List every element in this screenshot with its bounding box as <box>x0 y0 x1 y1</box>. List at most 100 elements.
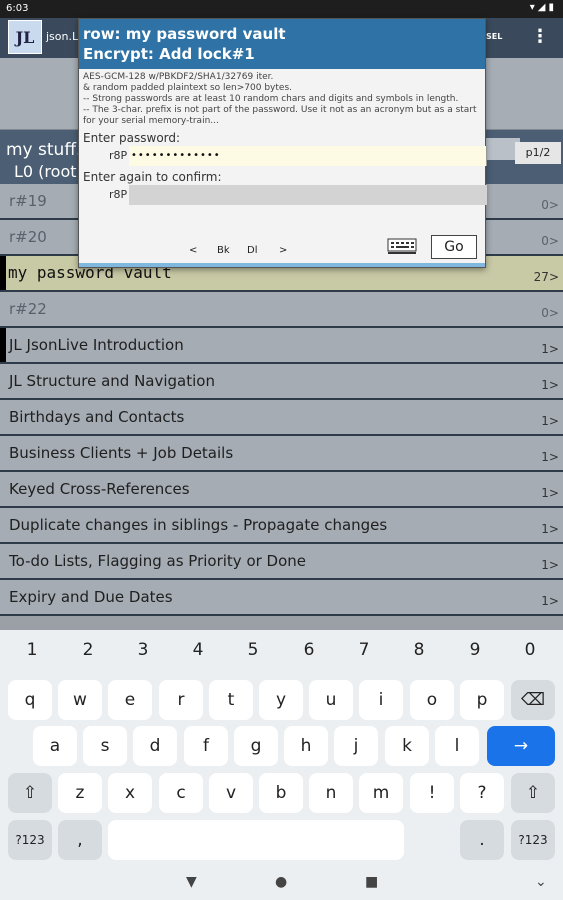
row-count: 1> <box>541 378 559 392</box>
number-row: 1 2 3 4 5 6 7 8 9 0 <box>0 638 563 668</box>
key-question[interactable]: ? <box>460 773 504 813</box>
list-row[interactable]: Duplicate changes in siblings - Propagat… <box>0 508 563 544</box>
ime-switch-icon[interactable]: ⌄ <box>535 874 547 890</box>
row-label: r#22 <box>9 300 47 318</box>
key-o[interactable]: o <box>410 680 454 720</box>
key-y[interactable]: y <box>259 680 303 720</box>
key-0[interactable]: 0 <box>502 640 558 660</box>
cursor-left-button[interactable]: < <box>189 245 197 256</box>
key-4[interactable]: 4 <box>170 640 226 660</box>
password-prefix: r8P <box>109 149 128 162</box>
path-file-name[interactable]: my stuff.j <box>6 140 86 160</box>
sel-button[interactable]: SEL <box>486 32 502 41</box>
list-row[interactable]: r#22 0> <box>0 292 563 328</box>
back-nav-icon[interactable]: ▼ <box>186 874 197 890</box>
symbols-key-left[interactable]: ?123 <box>8 820 52 860</box>
key-5[interactable]: 5 <box>225 640 281 660</box>
enter-key[interactable]: → <box>487 726 555 766</box>
path-level[interactable]: L0 (root) <box>14 162 83 181</box>
app-logo[interactable]: JL <box>8 20 42 54</box>
key-p[interactable]: p <box>460 680 504 720</box>
row-label: Duplicate changes in siblings - Propagat… <box>9 516 388 534</box>
list-row[interactable]: Expiry and Due Dates 1> <box>0 580 563 616</box>
key-w[interactable]: w <box>58 680 102 720</box>
status-icons: ▾◢▮ <box>529 2 557 13</box>
confirm-password-input[interactable] <box>129 185 487 205</box>
padding-info: & random padded plaintext so len>700 byt… <box>83 83 292 93</box>
key-i[interactable]: i <box>359 680 403 720</box>
app-title: json.L <box>46 30 79 43</box>
row-count: 0> <box>541 198 559 212</box>
row-label: To-do Lists, Flagging as Priority or Don… <box>9 552 307 570</box>
key-f[interactable]: f <box>184 726 228 766</box>
encrypt-dialog: row: my password vault Encrypt: Add lock… <box>78 18 487 268</box>
go-button[interactable]: Go <box>431 235 477 259</box>
dialog-footer: < Bk Dl > Go <box>79 233 485 263</box>
status-time: 6:03 <box>6 3 29 14</box>
recents-nav-icon[interactable]: ■ <box>365 874 378 890</box>
row-label: Expiry and Due Dates <box>9 588 173 606</box>
key-h[interactable]: h <box>284 726 328 766</box>
cipher-info: AES-GCM-128 w/PBKDF2/SHA1/32769 iter. <box>83 72 274 82</box>
system-nav-bar: ▼ ● ■ ⌄ <box>0 868 563 900</box>
row-count: 0> <box>541 306 559 320</box>
row-label: Business Clients + Job Details <box>9 444 234 462</box>
list-row[interactable]: To-do Lists, Flagging as Priority or Don… <box>0 544 563 580</box>
key-j[interactable]: j <box>334 726 378 766</box>
key-d[interactable]: d <box>133 726 177 766</box>
key-t[interactable]: t <box>209 680 253 720</box>
space-key[interactable] <box>108 820 404 860</box>
key-8[interactable]: 8 <box>391 640 447 660</box>
key-k[interactable]: k <box>385 726 429 766</box>
key-3[interactable]: 3 <box>115 640 171 660</box>
backspace-button[interactable]: Bk <box>217 245 230 256</box>
list-row[interactable]: JL JsonLive Introduction 1> <box>0 328 563 364</box>
list-row[interactable]: Business Clients + Job Details 1> <box>0 436 563 472</box>
key-7[interactable]: 7 <box>336 640 392 660</box>
row-label: Keyed Cross-References <box>9 480 190 498</box>
key-v[interactable]: v <box>209 773 253 813</box>
key-x[interactable]: x <box>108 773 152 813</box>
key-m[interactable]: m <box>359 773 403 813</box>
password-field-row: r8P ••••••••••••• <box>83 146 487 166</box>
key-9[interactable]: 9 <box>447 640 503 660</box>
list-row[interactable]: Keyed Cross-References 1> <box>0 472 563 508</box>
key-c[interactable]: c <box>159 773 203 813</box>
key-q[interactable]: q <box>8 680 52 720</box>
row-label: JL JsonLive Introduction <box>9 336 184 354</box>
strength-hint: -- Strong passwords are at least 10 rand… <box>83 94 459 104</box>
password-input[interactable]: ••••••••••••• <box>129 146 487 166</box>
row-count: 0> <box>541 234 559 248</box>
page-indicator[interactable]: p1/2 <box>515 142 561 164</box>
key-s[interactable]: s <box>83 726 127 766</box>
shift-key-left[interactable]: ⇧ <box>8 773 52 813</box>
key-u[interactable]: u <box>309 680 353 720</box>
key-n[interactable]: n <box>309 773 353 813</box>
symbols-key-right[interactable]: ?123 <box>511 820 555 860</box>
key-l[interactable]: l <box>435 726 479 766</box>
keyboard-icon[interactable] <box>387 237 417 255</box>
row-label: r#20 <box>9 228 47 246</box>
key-1[interactable]: 1 <box>4 640 60 660</box>
key-g[interactable]: g <box>234 726 278 766</box>
list-row[interactable]: JL Structure and Navigation 1> <box>0 364 563 400</box>
key-a[interactable]: a <box>33 726 77 766</box>
cursor-right-button[interactable]: > <box>279 245 287 256</box>
row-label: Birthdays and Contacts <box>9 408 185 426</box>
key-exclamation[interactable]: ! <box>410 773 454 813</box>
overflow-menu-icon[interactable]: ⋮ <box>531 26 549 47</box>
key-b[interactable]: b <box>259 773 303 813</box>
home-nav-icon[interactable]: ● <box>275 874 287 890</box>
key-e[interactable]: e <box>108 680 152 720</box>
key-r[interactable]: r <box>159 680 203 720</box>
key-6[interactable]: 6 <box>281 640 337 660</box>
list-row[interactable]: Birthdays and Contacts 1> <box>0 400 563 436</box>
period-key[interactable]: . <box>460 820 504 860</box>
row-count: 1> <box>541 522 559 536</box>
shift-key-right[interactable]: ⇧ <box>511 773 555 813</box>
key-2[interactable]: 2 <box>60 640 116 660</box>
backspace-key[interactable]: ⌫ <box>511 680 555 720</box>
delete-button[interactable]: Dl <box>247 245 257 256</box>
comma-key[interactable]: , <box>58 820 102 860</box>
key-z[interactable]: z <box>58 773 102 813</box>
